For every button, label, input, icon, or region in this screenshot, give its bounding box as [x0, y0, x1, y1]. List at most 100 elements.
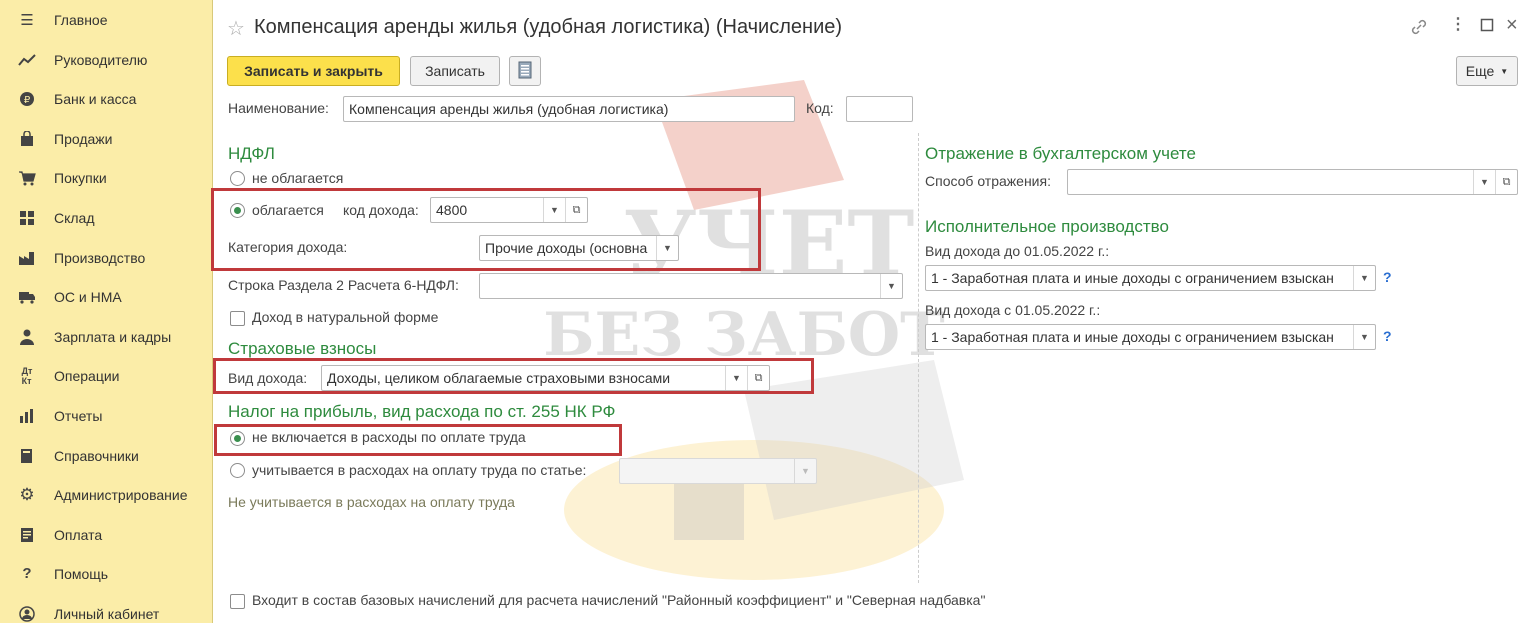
row6-field[interactable]: ▼ — [479, 273, 903, 299]
income-after-field[interactable]: 1 - Заработная плата и иные доходы с огр… — [925, 324, 1376, 350]
highlight-ndfl — [211, 188, 761, 271]
help-before-icon[interactable]: ? — [1383, 269, 1392, 285]
save-and-close-button[interactable]: Записать и закрыть — [227, 56, 400, 86]
save-button[interactable]: Записать — [410, 56, 500, 86]
name-field[interactable]: Компенсация аренды жилья (удобная логист… — [343, 96, 795, 122]
grid-icon — [18, 209, 36, 227]
sidebar-item-bank[interactable]: ₽ Банк и касса — [0, 79, 213, 118]
ndfl-not-taxed-label: не облагается — [252, 170, 344, 186]
income-before-label: Вид дохода до 01.05.2022 г.: — [925, 243, 1110, 259]
sidebar-item-main[interactable]: ☰ Главное — [0, 0, 213, 39]
sidebar-item-sales[interactable]: Продажи — [0, 119, 213, 158]
natural-income-checkbox[interactable] — [230, 311, 245, 326]
name-label: Наименование: — [228, 100, 329, 116]
bar-chart-icon — [18, 407, 36, 425]
included-radio[interactable] — [230, 463, 245, 478]
sidebar-item-label: Руководителю — [54, 51, 148, 68]
column-divider — [918, 133, 919, 583]
base-accruals-label: Входит в состав базовых начислений для р… — [252, 592, 986, 608]
sidebar-item-production[interactable]: Производство — [0, 238, 213, 277]
help-after-icon[interactable]: ? — [1383, 328, 1392, 344]
dropdown-arrow-icon[interactable]: ▼ — [794, 459, 816, 483]
gear-icon: ⚙ — [19, 484, 35, 504]
sidebar-item-warehouse[interactable]: Склад — [0, 198, 213, 237]
document-list-icon — [518, 61, 532, 82]
dropdown-arrow-icon[interactable]: ▼ — [1353, 325, 1375, 349]
sidebar-item-reports[interactable]: Отчеты — [0, 396, 213, 435]
truck-icon — [18, 288, 36, 306]
sidebar-item-account[interactable]: Личный кабинет — [0, 594, 213, 623]
main-form: УЧЕТ БЕЗ ЗАБОТ ☆ Компенсация аренды жиль… — [211, 0, 1538, 623]
link-icon[interactable] — [1410, 18, 1428, 41]
sidebar-item-label: Операции — [54, 367, 120, 384]
more-menu-icon[interactable]: ⋮ — [1450, 14, 1466, 34]
sidebar-item-label: Справочники — [54, 447, 139, 464]
sidebar-item-references[interactable]: Справочники — [0, 436, 213, 475]
sidebar-item-director[interactable]: Руководителю — [0, 40, 213, 79]
sidebar: ☰ Главное Руководителю ₽ Банк и касса Пр… — [0, 0, 213, 623]
natural-income-label: Доход в натуральной форме — [252, 309, 439, 325]
factory-icon — [18, 249, 36, 267]
sidebar-item-label: Банк и касса — [54, 90, 137, 107]
expense-article-field[interactable]: ▼ — [619, 458, 817, 484]
cart-icon — [18, 169, 36, 187]
accounting-method-label: Способ отражения: — [925, 173, 1051, 189]
watermark-logo: УЧЕТ БЕЗ ЗАБОТ — [544, 80, 964, 580]
sidebar-item-label: Зарплата и кадры — [54, 328, 172, 345]
dt-kt-icon: Дт Кт — [21, 365, 33, 386]
dropdown-arrow-icon[interactable]: ▼ — [1473, 170, 1495, 194]
profit-tax-note: Не учитывается в расходах на оплату труд… — [228, 494, 515, 510]
ndfl-section-title: НДФЛ — [228, 144, 275, 163]
name-value: Компенсация аренды жилья (удобная логист… — [349, 101, 669, 117]
sidebar-item-salary[interactable]: Зарплата и кадры — [0, 317, 213, 356]
base-accruals-checkbox[interactable] — [230, 594, 245, 609]
dropdown-arrow-icon[interactable]: ▼ — [880, 274, 902, 298]
sidebar-item-operations[interactable]: Дт Кт Операции — [0, 356, 213, 395]
income-before-field[interactable]: 1 - Заработная плата и иные доходы с огр… — [925, 265, 1376, 291]
income-after-label: Вид дохода с 01.05.2022 г.: — [925, 302, 1101, 318]
sidebar-item-label: Личный кабинет — [54, 605, 160, 622]
sidebar-item-label: Помощь — [54, 565, 109, 582]
sidebar-item-purchases[interactable]: Покупки — [0, 158, 213, 197]
page-title: Компенсация аренды жилья (удобная логист… — [254, 16, 843, 38]
income-after-value: 1 - Заработная плата и иные доходы с огр… — [931, 329, 1334, 345]
more-button-label: Еще — [1465, 63, 1495, 79]
sidebar-item-assets[interactable]: ОС и НМА — [0, 277, 213, 316]
sidebar-item-payment[interactable]: Оплата — [0, 515, 213, 554]
enforcement-section-title: Исполнительное производство — [925, 217, 1169, 236]
more-button[interactable]: Еще ▼ — [1456, 56, 1518, 86]
included-label: учитывается в расходах на оплату труда п… — [252, 462, 587, 478]
row6-label: Строка Раздела 2 Расчета 6-НДФЛ: — [228, 277, 459, 293]
insurance-section-title: Страховые взносы — [228, 339, 377, 358]
chevron-down-icon: ▼ — [1500, 66, 1509, 76]
close-icon[interactable]: × — [1506, 14, 1518, 37]
document-icon — [18, 526, 36, 544]
sidebar-item-label: Склад — [54, 209, 95, 226]
ndfl-not-taxed-radio[interactable] — [230, 171, 245, 186]
maximize-icon[interactable] — [1480, 18, 1494, 37]
sidebar-item-label: Главное — [54, 11, 108, 28]
favorite-star-icon[interactable]: ☆ — [227, 16, 245, 41]
sidebar-item-label: ОС и НМА — [54, 288, 122, 305]
sidebar-item-admin[interactable]: ⚙ Администрирование — [0, 475, 213, 514]
coin-icon: ₽ — [18, 90, 36, 108]
dropdown-arrow-icon[interactable]: ▼ — [1353, 266, 1375, 290]
sidebar-item-label: Производство — [54, 249, 146, 266]
sidebar-item-label: Отчеты — [54, 407, 103, 424]
report-button[interactable] — [509, 56, 541, 86]
book-icon — [18, 447, 36, 465]
question-icon: ? — [22, 565, 32, 582]
code-field[interactable] — [846, 96, 913, 122]
bag-icon — [18, 130, 36, 148]
trend-icon — [18, 51, 36, 69]
sidebar-item-label: Покупки — [54, 169, 107, 186]
open-icon[interactable]: ⧉ — [1495, 170, 1517, 194]
person-icon — [18, 328, 36, 346]
sidebar-item-help[interactable]: ? Помощь — [0, 554, 213, 593]
accounting-method-field[interactable]: ▼ ⧉ — [1067, 169, 1518, 195]
sidebar-item-label: Продажи — [54, 130, 113, 147]
svg-text:₽: ₽ — [24, 95, 31, 106]
accounting-section-title: Отражение в бухгалтерском учете — [925, 144, 1196, 163]
user-circle-icon — [18, 605, 36, 623]
sidebar-item-label: Администрирование — [54, 486, 188, 503]
